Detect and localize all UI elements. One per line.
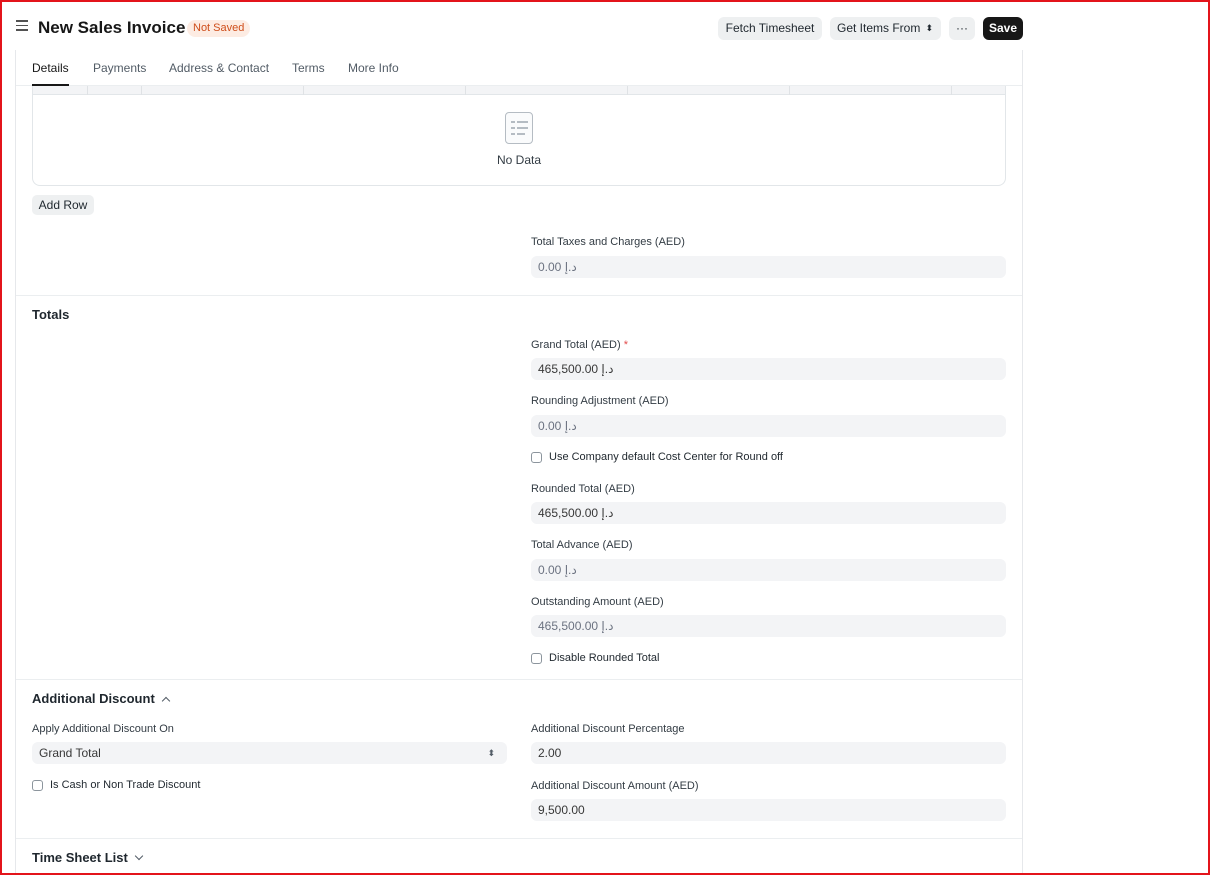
- select-arrows-icon: ⬍: [925, 23, 933, 33]
- rounding-adjustment-field[interactable]: 0.00 د.إ: [531, 415, 1006, 437]
- get-items-from-button[interactable]: Get Items From ⬍: [830, 17, 941, 40]
- grand-total-field[interactable]: 465,500.00 د.إ: [531, 358, 1006, 380]
- time-sheet-title-text: Time Sheet List: [32, 850, 128, 865]
- total-advance-field[interactable]: 0.00 د.إ: [531, 559, 1006, 581]
- section-divider: [16, 679, 1022, 680]
- use-company-cost-center-label: Use Company default Cost Center for Roun…: [549, 451, 783, 463]
- chevron-up-icon[interactable]: [161, 696, 171, 706]
- tab-terms[interactable]: Terms: [292, 61, 325, 86]
- tab-address-contact[interactable]: Address & Contact: [169, 61, 269, 86]
- apply-discount-on-value: Grand Total: [39, 746, 101, 760]
- disable-rounded-total-checkbox[interactable]: Disable Rounded Total: [531, 652, 731, 666]
- add-row-button[interactable]: Add Row: [32, 195, 94, 215]
- table-header-row: [33, 86, 1005, 95]
- section-divider: [16, 838, 1022, 839]
- chevron-down-icon[interactable]: [134, 851, 144, 861]
- outstanding-amount-label: Outstanding Amount (AED): [531, 596, 664, 608]
- checkbox-box[interactable]: [32, 780, 43, 791]
- status-badge: Not Saved: [187, 20, 251, 37]
- checkbox-box[interactable]: [531, 452, 542, 463]
- more-actions-button[interactable]: ···: [949, 17, 975, 40]
- get-items-from-label: Get Items From: [837, 21, 921, 35]
- total-taxes-label: Total Taxes and Charges (AED): [531, 236, 685, 248]
- total-advance-label: Total Advance (AED): [531, 539, 633, 551]
- no-data-text: No Data: [496, 153, 542, 167]
- select-arrows-icon: ⬍: [487, 748, 495, 758]
- taxes-table: No Data: [32, 86, 1006, 186]
- discount-percentage-field[interactable]: 2.00: [531, 742, 1006, 764]
- discount-amount-label: Additional Discount Amount (AED): [531, 780, 699, 792]
- apply-discount-on-select[interactable]: Grand Total ⬍: [32, 742, 507, 764]
- disable-rounded-total-label: Disable Rounded Total: [549, 652, 660, 664]
- tab-payments[interactable]: Payments: [93, 61, 146, 86]
- additional-discount-title-text: Additional Discount: [32, 691, 155, 706]
- is-cash-discount-checkbox[interactable]: Is Cash or Non Trade Discount: [32, 779, 282, 793]
- required-asterisk: *: [623, 339, 629, 351]
- rounded-total-field[interactable]: 465,500.00 د.إ: [531, 502, 1006, 524]
- use-company-cost-center-checkbox[interactable]: Use Company default Cost Center for Roun…: [531, 451, 831, 465]
- page-header: New Sales Invoice Not Saved Fetch Timesh…: [0, 0, 1210, 56]
- discount-percentage-label: Additional Discount Percentage: [531, 723, 685, 735]
- discount-amount-field[interactable]: 9,500.00: [531, 799, 1006, 821]
- grand-total-label-text: Grand Total (AED): [531, 339, 621, 351]
- additional-discount-section-title[interactable]: Additional Discount: [32, 691, 171, 706]
- no-data-icon: [505, 112, 533, 144]
- totals-section-title: Totals: [32, 307, 70, 322]
- form-tabs: Details Payments Address & Contact Terms…: [16, 50, 1022, 86]
- form-card: Details Payments Address & Contact Terms…: [15, 50, 1023, 875]
- apply-discount-on-label: Apply Additional Discount On: [32, 723, 174, 735]
- save-button[interactable]: Save: [983, 17, 1023, 40]
- grand-total-label: Grand Total (AED) *: [531, 339, 628, 351]
- tab-more-info[interactable]: More Info: [348, 61, 399, 86]
- outstanding-amount-field[interactable]: 465,500.00 د.إ: [531, 615, 1006, 637]
- hamburger-menu-icon[interactable]: [16, 20, 28, 32]
- is-cash-discount-label: Is Cash or Non Trade Discount: [50, 779, 201, 791]
- time-sheet-section-title[interactable]: Time Sheet List: [32, 850, 144, 865]
- total-taxes-field[interactable]: 0.00 د.إ: [531, 256, 1006, 278]
- checkbox-box[interactable]: [531, 653, 542, 664]
- tab-details[interactable]: Details: [32, 61, 69, 86]
- rounding-adjustment-label: Rounding Adjustment (AED): [531, 395, 669, 407]
- page-title: New Sales Invoice: [38, 18, 186, 37]
- section-divider: [16, 295, 1022, 296]
- rounded-total-label: Rounded Total (AED): [531, 483, 635, 495]
- fetch-timesheet-button[interactable]: Fetch Timesheet: [718, 17, 822, 40]
